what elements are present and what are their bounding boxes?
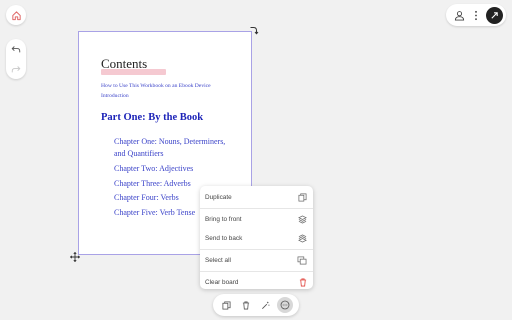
menu-divider [200,249,313,250]
menu-item-label: Bring to front [205,216,242,223]
bottom-toolbar [213,294,299,316]
duplicate-icon [298,193,307,202]
more-menu-button[interactable] [474,10,478,21]
chapter-link[interactable]: Chapter Three: Adverbs [114,178,191,190]
rotate-handle-icon[interactable] [249,25,259,35]
copy-icon [222,300,231,310]
undo-icon [11,46,21,53]
menu-item-label: Duplicate [205,194,232,201]
menu-item-label: Clear board [205,279,239,286]
send-to-back-icon [298,234,307,243]
user-button[interactable] [454,10,465,21]
menu-item-label: Send to back [205,235,243,242]
menu-item-send-to-back[interactable]: Send to back [200,229,313,248]
magic-button[interactable] [258,297,274,313]
select-all-icon [297,256,307,265]
menu-item-clear-board[interactable]: Clear board [200,273,313,292]
more-icon [280,300,290,310]
kebab-menu-icon [474,10,477,20]
chapter-link[interactable]: Chapter One: Nouns, Determiners, [114,136,225,148]
trash-icon [299,278,307,287]
top-right-toolbar [446,4,506,26]
menu-item-duplicate[interactable]: Duplicate [200,188,313,207]
more-options-button[interactable] [277,297,294,313]
menu-item-select-all[interactable]: Select all [200,251,313,270]
menu-divider [200,208,313,209]
home-button[interactable] [6,5,26,25]
share-button[interactable] [486,6,503,24]
copy-button[interactable] [219,297,235,313]
move-handle-icon[interactable] [70,252,80,262]
chapter-link[interactable]: Chapter Four: Verbs [114,192,179,204]
chapter-link[interactable]: Chapter Five: Verb Tense [114,207,195,219]
part-heading[interactable]: Part One: By the Book [101,112,203,123]
bring-to-front-icon [298,215,307,224]
chapter-link[interactable]: and Quantifiers [114,148,164,160]
menu-item-bring-to-front[interactable]: Bring to front [200,210,313,229]
menu-item-label: Select all [205,257,231,264]
menu-divider [200,271,313,272]
home-icon [11,10,21,20]
user-icon [454,10,465,21]
magic-wand-icon [262,301,270,309]
redo-icon [11,66,21,73]
intro-line[interactable]: Introduction [101,93,129,100]
intro-line[interactable]: How to Use This Workbook on an Ebook Dev… [101,83,211,90]
trash-icon [243,301,250,309]
delete-button[interactable] [238,297,254,313]
undo-button[interactable] [11,44,21,54]
redo-button[interactable] [11,64,21,74]
undo-redo-group [6,39,26,79]
chapter-link[interactable]: Chapter Two: Adjectives [114,163,193,175]
contents-title: Contents [101,56,148,71]
context-menu: Duplicate Bring to front Send to back Se… [200,186,313,289]
share-icon [491,11,498,19]
